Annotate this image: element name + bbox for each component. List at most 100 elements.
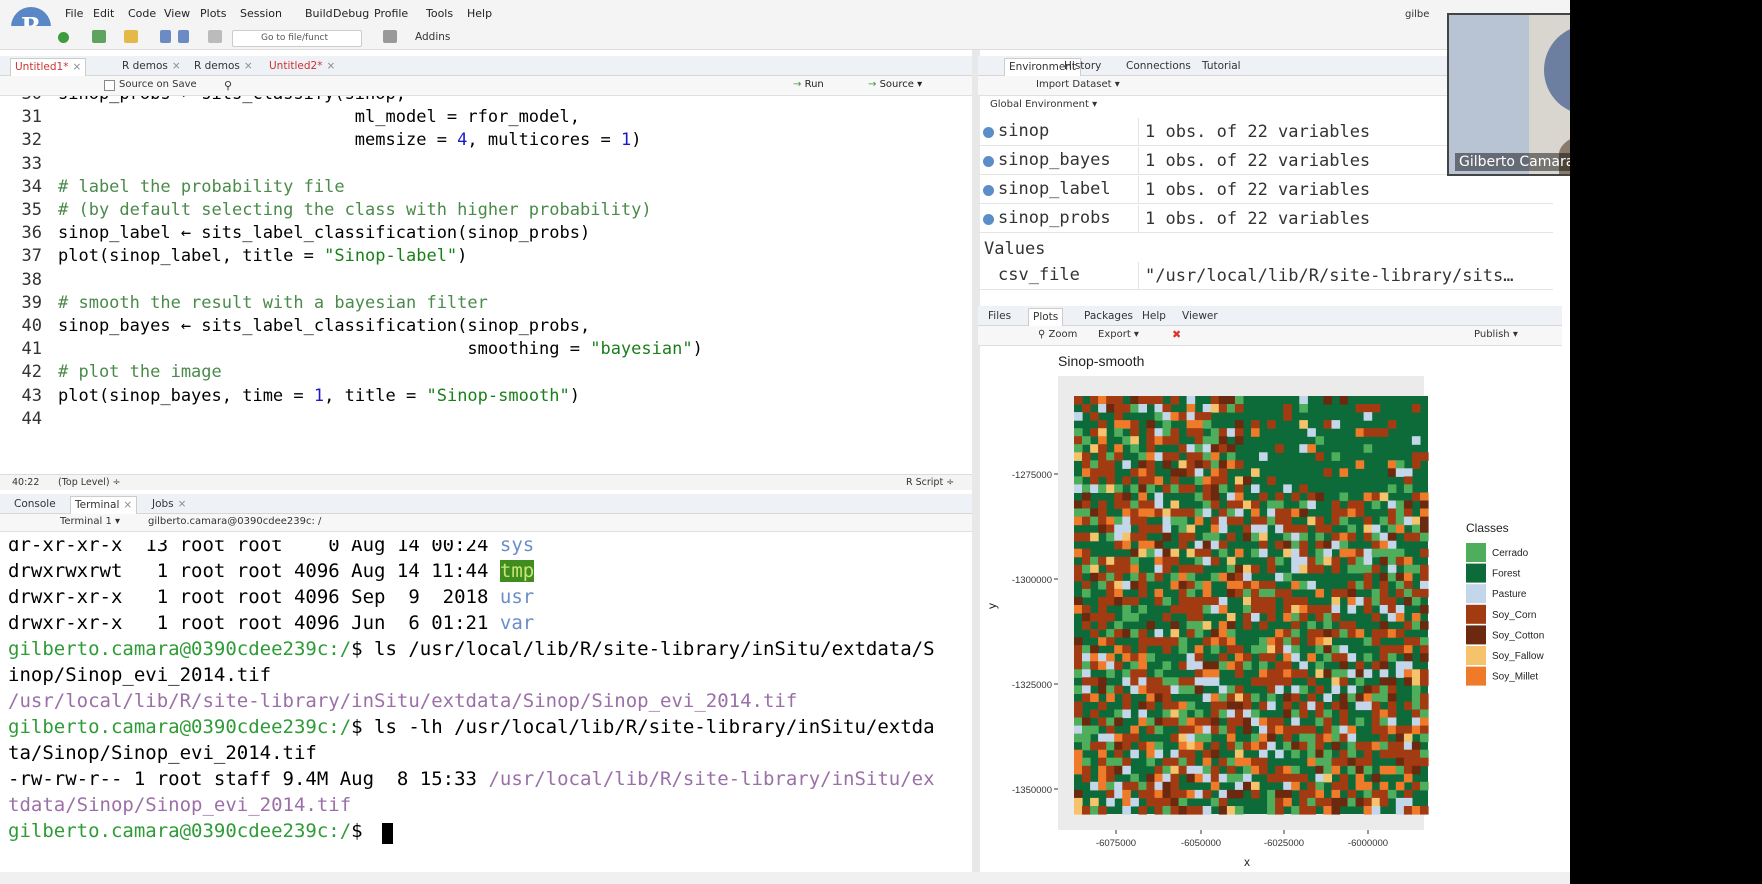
participant-name: Gilberto Camara	[1455, 153, 1579, 171]
map-cell	[1420, 605, 1429, 614]
source-tab[interactable]: Untitled1* ×	[10, 58, 87, 76]
close-icon[interactable]: ×	[123, 499, 132, 511]
new-file-icon[interactable]	[58, 32, 69, 43]
files-tab[interactable]: Files	[984, 308, 1015, 326]
map-cell	[1355, 460, 1365, 469]
map-cell	[1275, 500, 1284, 510]
map-cell	[1138, 532, 1147, 542]
map-cell	[1379, 717, 1389, 727]
files-tab[interactable]: Plots	[1028, 308, 1064, 326]
map-cell	[1395, 749, 1405, 759]
menu-edit[interactable]: Edit	[93, 7, 114, 20]
run-button[interactable]: → Run	[793, 79, 824, 90]
map-cell	[1339, 548, 1349, 558]
map-cell	[1122, 532, 1131, 542]
map-cell	[1186, 725, 1196, 735]
map-cell	[1403, 661, 1413, 670]
plot-area: Sinop-smooth-1275000-1300000-1325000-135…	[985, 353, 1544, 869]
save-icon[interactable]	[160, 30, 171, 43]
new-project-icon[interactable]	[92, 30, 106, 43]
map-cell	[1186, 588, 1196, 598]
map-cell	[1259, 677, 1268, 686]
environment-scope-select[interactable]: Global Environment ▾	[990, 99, 1097, 110]
map-cell	[1154, 548, 1164, 558]
map-cell	[1267, 733, 1276, 743]
map-cell	[1106, 637, 1115, 646]
map-cell	[1331, 789, 1341, 799]
print-icon[interactable]	[208, 30, 222, 43]
files-tab[interactable]: Viewer	[1178, 308, 1222, 326]
close-icon[interactable]: ×	[172, 60, 181, 72]
close-icon[interactable]: ×	[72, 61, 81, 73]
env-row[interactable]: sinop_label 1 obs. of 22 variables	[978, 176, 1553, 204]
map-cell	[1403, 797, 1413, 807]
source-tab[interactable]: Untitled2* ×	[265, 58, 339, 76]
source-tab[interactable]: R demos ×	[190, 58, 257, 76]
export-button[interactable]: Export ▾	[1098, 329, 1139, 340]
menu-help[interactable]: Help	[467, 7, 492, 20]
files-tab[interactable]: Help	[1138, 308, 1170, 326]
menu-build[interactable]: Build	[305, 7, 333, 20]
source-button[interactable]: → Source ▾	[868, 79, 922, 90]
map-cell	[1420, 701, 1429, 711]
map-cell	[1082, 580, 1091, 590]
map-cell	[1226, 444, 1236, 453]
scope-indicator[interactable]: (Top Level) ÷	[58, 477, 121, 488]
map-cell	[1395, 733, 1405, 743]
clear-plot-icon[interactable]: ✖	[1172, 328, 1181, 341]
search-icon[interactable]: ⚲	[224, 79, 232, 92]
env-tab[interactable]: Connections	[1122, 58, 1195, 76]
map-cell	[1387, 701, 1397, 711]
close-icon[interactable]: ×	[326, 60, 335, 72]
map-cell	[1138, 661, 1147, 670]
map-cell	[1226, 709, 1236, 719]
addins-menu[interactable]: Addins	[415, 31, 450, 43]
goto-file-input[interactable]: Go to file/funct	[232, 30, 362, 47]
close-icon[interactable]: ×	[178, 498, 187, 510]
file-type-indicator[interactable]: R Script ÷	[906, 477, 954, 488]
map-cell	[1379, 572, 1389, 582]
menu-view[interactable]: View	[164, 7, 190, 20]
map-cell	[1283, 532, 1292, 542]
menu-tools[interactable]: Tools	[426, 7, 453, 20]
map-cell	[1387, 717, 1397, 727]
map-cell	[1074, 508, 1083, 518]
env-row[interactable]: sinop_probs 1 obs. of 22 variables	[978, 205, 1553, 233]
map-cell	[1194, 508, 1204, 518]
map-cell	[1186, 749, 1196, 759]
terminal-session-select[interactable]: Terminal 1 ▾	[60, 516, 120, 527]
map-cell	[1074, 564, 1083, 574]
import-dataset-button[interactable]: Import Dataset ▾	[1036, 79, 1120, 90]
map-cell	[1082, 653, 1091, 662]
map-cell	[1178, 637, 1188, 646]
value-row[interactable]: csv_file "/usr/local/lib/R/site-library/s…	[978, 262, 1553, 290]
map-cell	[1347, 524, 1357, 534]
files-tab[interactable]: Packages	[1080, 308, 1137, 326]
env-tab[interactable]: Tutorial	[1198, 58, 1245, 76]
zoom-button[interactable]: ⚲ Zoom	[1038, 329, 1077, 340]
code-editor[interactable]: 30sinop_probs ← sits_classify(sinop,31 m…	[0, 96, 972, 474]
source-on-save-checkbox[interactable]	[104, 80, 115, 91]
open-file-icon[interactable]	[124, 30, 138, 43]
menu-session[interactable]: Session	[240, 7, 282, 20]
publish-button[interactable]: Publish ▾	[1474, 329, 1518, 340]
line-number: 44	[21, 408, 42, 429]
close-icon[interactable]: ×	[244, 60, 253, 72]
save-all-icon[interactable]	[178, 30, 189, 43]
map-cell	[1234, 701, 1244, 711]
source-tab[interactable]: R demos ×	[118, 58, 185, 76]
map-cell	[1146, 781, 1155, 791]
menu-code[interactable]: Code	[128, 7, 156, 20]
menu-plots[interactable]: Plots	[200, 7, 226, 20]
console-tab[interactable]: Jobs ×	[148, 496, 190, 514]
console-tab[interactable]: Console	[10, 496, 60, 514]
menu-profile[interactable]: Profile	[374, 7, 408, 20]
menu-file[interactable]: File	[65, 7, 83, 20]
menu-debug[interactable]: Debug	[333, 7, 369, 20]
env-tab[interactable]: History	[1060, 58, 1105, 76]
map-cell	[1210, 701, 1220, 711]
console-tab[interactable]: Terminal ×	[70, 496, 138, 514]
terminal-output[interactable]: dr-xr-xr-x 13 root root 0 Aug 14 00:24 s…	[0, 540, 972, 870]
grid-icon[interactable]	[383, 30, 397, 43]
x-tick-label: -6000000	[1348, 838, 1388, 849]
